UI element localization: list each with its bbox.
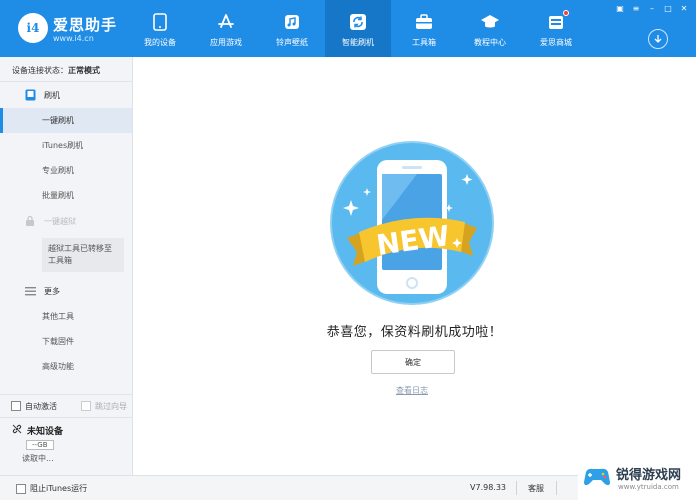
sidebar-item-itunes-flash[interactable]: iTunes刷机 <box>0 133 132 158</box>
jailbreak-note: 越狱工具已转移至工具箱 <box>42 238 124 272</box>
skip-guide-checkbox[interactable] <box>81 401 91 411</box>
nav-label: 我的设备 <box>144 38 176 47</box>
sidebar-item-label: 下载固件 <box>42 337 74 346</box>
nav-label: 教程中心 <box>474 38 506 47</box>
auto-activate-label: 自动激活 <box>25 401 57 411</box>
sidebar-item-advanced[interactable]: 高级功能 <box>0 354 132 379</box>
device-storage-badge: --GB <box>26 440 54 450</box>
nav-tutorial-center[interactable]: 教程中心 <box>457 0 523 57</box>
section-jailbreak: 一键越狱 <box>0 208 132 234</box>
block-itunes-checkbox[interactable] <box>16 483 26 494</box>
toolbox-icon <box>414 12 434 32</box>
top-nav: 我的设备 应用游戏 铃声壁纸 智能刷机 工具箱 教程中心 爱思商城 <box>127 0 589 57</box>
nav-toolbox[interactable]: 工具箱 <box>391 0 457 57</box>
menu-icon[interactable]: ≡ <box>630 4 642 14</box>
device-status: 读取中... <box>22 454 54 463</box>
version-label: V7.98.33 <box>470 483 507 492</box>
music-icon <box>282 12 302 32</box>
success-message: 恭喜您，保资料刷机成功啦！ <box>326 325 503 340</box>
nav-label: 铃声壁纸 <box>276 38 308 47</box>
main-content: NEW 恭喜您，保资料刷机成功啦！ 确定 查看日志 <box>133 57 696 475</box>
close-icon[interactable]: ✕ <box>678 4 690 14</box>
block-itunes-label: 阻止iTunes运行 <box>30 484 88 493</box>
customer-service-link[interactable]: 客服 <box>528 483 544 494</box>
nav-apps-games[interactable]: 应用游戏 <box>193 0 259 57</box>
download-icon[interactable] <box>648 29 668 49</box>
lock-icon <box>24 215 36 227</box>
minimize-icon[interactable]: – <box>646 4 658 14</box>
device-title: 未知设备 <box>12 424 132 437</box>
new-phone-illustration: NEW <box>330 141 494 305</box>
brand-url: www.i4.cn <box>53 34 94 43</box>
brand-name: 爱思助手 <box>53 16 118 34</box>
app-store-icon <box>216 12 236 32</box>
section-flash: 刷机 <box>0 82 132 108</box>
device-info: 未知设备 --GB 读取中... <box>0 417 132 475</box>
divider <box>556 481 557 495</box>
nav-my-device[interactable]: 我的设备 <box>127 0 193 57</box>
nav-ringtones-wallpapers[interactable]: 铃声壁纸 <box>259 0 325 57</box>
watermark-url: www.ytruida.com <box>618 483 679 491</box>
sidebar-item-label: 专业刷机 <box>42 166 74 175</box>
section-jailbreak-label: 一键越狱 <box>44 216 76 226</box>
nav-i4-shop[interactable]: 爱思商城 <box>523 0 589 57</box>
connection-status: 设备连接状态：正常模式 <box>0 57 132 82</box>
sidebar: 设备连接状态：正常模式 刷机 一键刷机 iTunes刷机 专业刷机 批量刷机 一… <box>0 57 133 475</box>
connection-status-value: 正常模式 <box>68 66 100 75</box>
section-flash-label: 刷机 <box>44 90 60 100</box>
gamepad-logo-icon <box>584 468 610 486</box>
confirm-button[interactable]: 确定 <box>371 350 455 374</box>
flash-device-icon <box>24 89 36 101</box>
i4-logo: i4 <box>18 13 48 43</box>
sidebar-item-one-click-flash[interactable]: 一键刷机 <box>0 108 132 133</box>
divider <box>516 481 517 495</box>
refresh-icon <box>348 12 368 32</box>
connection-status-label: 设备连接状态： <box>12 66 68 75</box>
sidebar-item-download-firmware[interactable]: 下载固件 <box>0 329 132 354</box>
list-icon <box>24 285 36 297</box>
sidebar-item-pro-flash[interactable]: 专业刷机 <box>0 158 132 183</box>
sidebar-item-label: iTunes刷机 <box>42 141 84 150</box>
watermark: 锐得游戏网 www.ytruida.com <box>578 458 696 500</box>
sidebar-item-label: 高级功能 <box>42 362 74 371</box>
block-itunes-option: 阻止iTunes运行 <box>16 483 87 494</box>
sidebar-item-label: 批量刷机 <box>42 191 74 200</box>
graduation-cap-icon <box>480 12 500 32</box>
options-row: 自动激活 跳过向导 <box>0 395 132 417</box>
phone-icon <box>150 12 170 32</box>
notification-dot <box>563 10 569 16</box>
sidebar-item-label: 一键刷机 <box>42 116 74 125</box>
nav-label: 工具箱 <box>412 38 436 47</box>
app-header: i4 爱思助手 www.i4.cn 我的设备 应用游戏 铃声壁纸 智能刷机 工具… <box>0 0 696 57</box>
window-controls: ▣ ≡ – □ ✕ <box>614 4 690 14</box>
nav-label: 爱思商城 <box>540 38 572 47</box>
nav-smart-flash[interactable]: 智能刷机 <box>325 0 391 57</box>
sidebar-item-other-tools[interactable]: 其他工具 <box>0 304 132 329</box>
maximize-icon[interactable]: □ <box>662 4 674 14</box>
skin-icon[interactable]: ▣ <box>614 4 626 14</box>
nav-label: 应用游戏 <box>210 38 242 47</box>
auto-activate-checkbox[interactable] <box>11 401 21 411</box>
sidebar-bottom: 自动激活 跳过向导 未知设备 --GB 读取中... <box>0 394 132 475</box>
sidebar-item-label: 其他工具 <box>42 312 74 321</box>
watermark-name: 锐得游戏网 <box>616 468 682 483</box>
sidebar-item-batch-flash[interactable]: 批量刷机 <box>0 183 132 208</box>
section-more-label: 更多 <box>44 286 60 296</box>
link-icon <box>12 424 22 437</box>
skip-guide-label: 跳过向导 <box>95 401 127 411</box>
section-more: 更多 <box>0 278 132 304</box>
device-name: 未知设备 <box>27 427 64 437</box>
view-log-link[interactable]: 查看日志 <box>133 385 691 396</box>
nav-label: 智能刷机 <box>342 38 374 47</box>
